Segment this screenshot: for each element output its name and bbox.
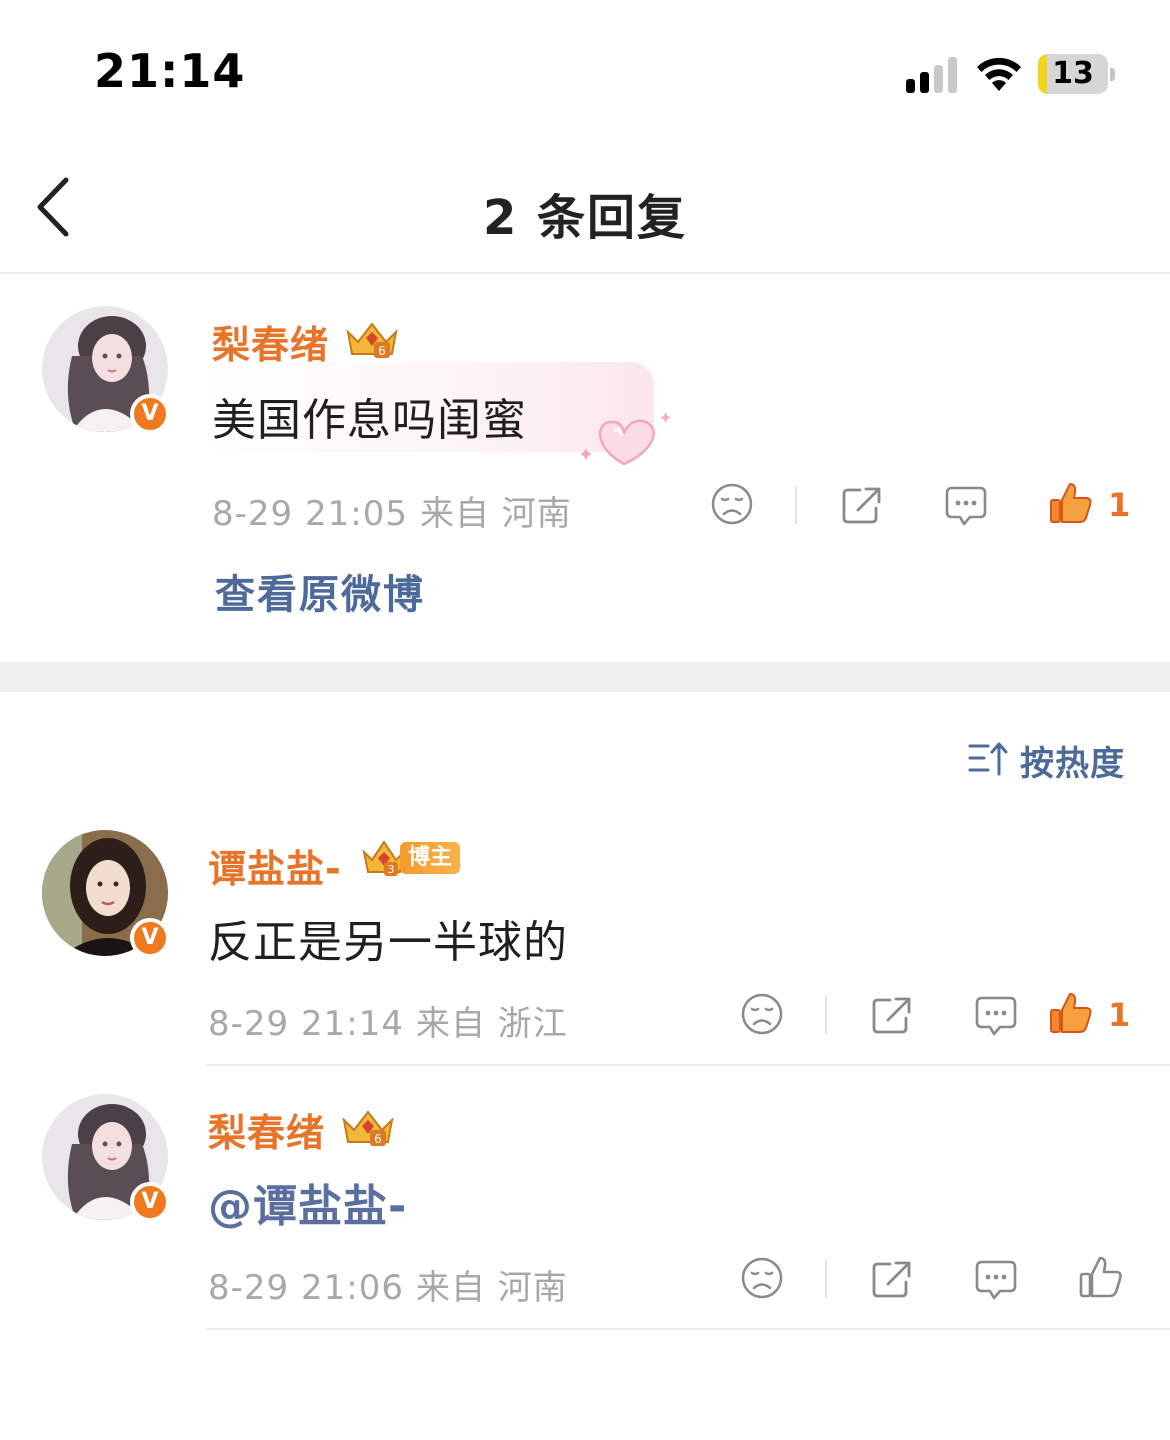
- divider: [206, 1064, 1170, 1066]
- divider: [825, 1260, 827, 1298]
- username[interactable]: 梨春绪: [208, 1102, 325, 1157]
- username[interactable]: 梨春绪: [212, 314, 329, 369]
- comment-text: 反正是另一半球的: [208, 917, 568, 968]
- like-icon-active[interactable]: [1048, 990, 1094, 1036]
- svg-text:6: 6: [378, 344, 386, 358]
- sort-icon: [968, 742, 1008, 776]
- divider: [795, 486, 797, 524]
- comment-date: 8-29 21:05: [212, 494, 408, 534]
- share-icon[interactable]: [840, 484, 884, 526]
- like-icon[interactable]: [1078, 1254, 1124, 1300]
- crown-badge-icon: 6: [346, 322, 398, 358]
- reply-icon[interactable]: [974, 994, 1018, 1038]
- share-icon[interactable]: [870, 1258, 914, 1300]
- svg-text:6: 6: [374, 1132, 382, 1146]
- like-count: 1: [1108, 996, 1131, 1034]
- reply-icon[interactable]: [974, 1258, 1018, 1302]
- cellular-signal-icon: [906, 57, 960, 93]
- wifi-icon: [977, 57, 1021, 91]
- comment-text: 美国作息吗闺蜜: [212, 395, 527, 446]
- like-icon-active[interactable]: [1048, 480, 1094, 526]
- page-title: 2 条回复: [482, 190, 688, 246]
- comment-meta: 8-29 21:14 来自 浙江: [208, 996, 568, 1045]
- battery-icon: 13: [1038, 54, 1116, 94]
- comment-meta: 8-29 21:06 来自 河南: [208, 1260, 568, 1309]
- sort-label: 按热度: [1020, 744, 1125, 784]
- like-count: 1: [1108, 486, 1131, 524]
- divider: [206, 1328, 1170, 1330]
- username[interactable]: 谭盐盐-: [208, 838, 342, 893]
- verified-badge-icon: V: [130, 918, 170, 958]
- comment-location: 来自 河南: [415, 1268, 568, 1308]
- svg-text:3: 3: [388, 863, 395, 876]
- heart-decoration-icon: [580, 412, 671, 466]
- comment-location: 来自 河南: [419, 494, 572, 534]
- nav-bar: 2 条回复: [0, 140, 1170, 274]
- share-icon[interactable]: [870, 994, 914, 1036]
- battery-percentage: 13: [1052, 56, 1094, 91]
- blogger-badge: 3 博主: [362, 838, 460, 878]
- reply-icon[interactable]: [944, 484, 988, 528]
- section-divider: [0, 662, 1170, 692]
- comment-date: 8-29 21:14: [208, 1004, 404, 1044]
- view-original-link[interactable]: 查看原微博: [215, 562, 425, 620]
- dislike-face-icon[interactable]: [710, 482, 754, 526]
- mention-link[interactable]: @谭盐盐-: [208, 1170, 407, 1234]
- verified-badge-icon: V: [130, 1182, 170, 1222]
- status-time: 21:14: [94, 44, 246, 98]
- comment-date: 8-29 21:06: [208, 1268, 404, 1308]
- comment-location: 来自 浙江: [415, 1004, 568, 1044]
- comment-meta: 8-29 21:05 来自 河南: [212, 486, 572, 535]
- crown-badge-icon: 6: [342, 1110, 394, 1146]
- status-bar: 21:14 13: [0, 0, 1170, 140]
- divider: [825, 996, 827, 1034]
- dislike-face-icon[interactable]: [740, 1256, 784, 1300]
- dislike-face-icon[interactable]: [740, 992, 784, 1036]
- blogger-badge-label: 博主: [400, 842, 460, 874]
- verified-badge-icon: V: [130, 394, 170, 434]
